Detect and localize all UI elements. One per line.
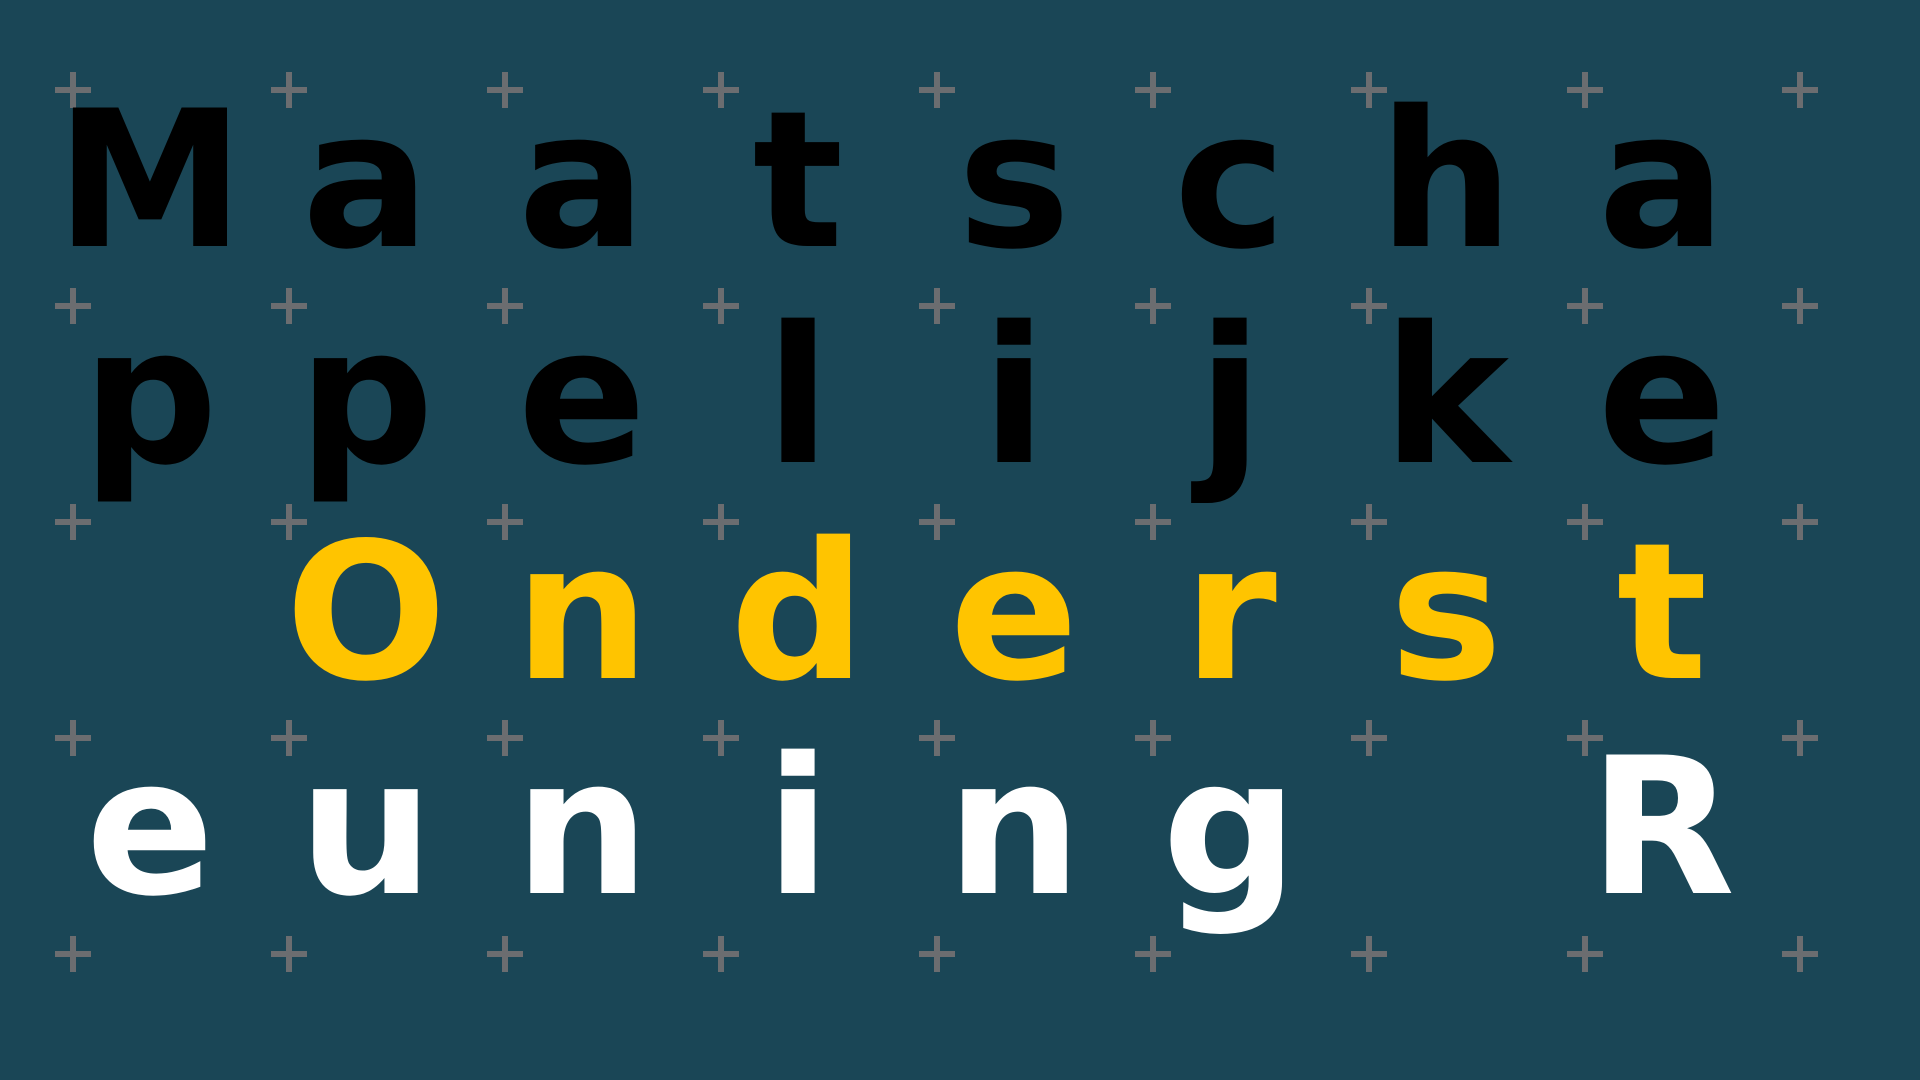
- grid-letter: t: [752, 70, 844, 291]
- plus-icon: [1782, 288, 1818, 324]
- grid-letter: R: [1588, 717, 1736, 938]
- plus-icon: [1782, 504, 1818, 540]
- plus-icon: [1351, 720, 1387, 756]
- grid-letter: t: [1616, 502, 1708, 723]
- plus-icon: [1567, 936, 1603, 972]
- grid-letter: l: [765, 286, 831, 507]
- plus-icon: [55, 504, 91, 540]
- grid-letter: r: [1183, 502, 1277, 723]
- grid-letter: u: [298, 717, 434, 938]
- grid-letter: s: [957, 70, 1071, 291]
- grid-letter: d: [729, 502, 866, 723]
- grid-letter: e: [85, 717, 215, 938]
- plus-icon: [1782, 720, 1818, 756]
- grid-letter: M: [55, 70, 245, 291]
- grid-letter: p: [81, 286, 218, 507]
- grid-letter: s: [1389, 502, 1503, 723]
- plus-icon: [919, 936, 955, 972]
- grid-letter: g: [1161, 717, 1298, 938]
- grid-letter: p: [297, 286, 434, 507]
- grid-letter: k: [1382, 286, 1510, 507]
- grid-letter: a: [1597, 70, 1727, 291]
- plus-icon: [1351, 936, 1387, 972]
- plus-icon: [271, 936, 307, 972]
- grid-letter: n: [514, 502, 650, 723]
- grid-letter: i: [981, 286, 1047, 507]
- grid-letter: a: [517, 70, 647, 291]
- grid-letter: n: [946, 717, 1082, 938]
- grid-letter: e: [1597, 286, 1727, 507]
- plus-icon: [1782, 72, 1818, 108]
- grid-letter: j: [1197, 286, 1263, 507]
- plus-icon: [703, 936, 739, 972]
- grid-letter: i: [765, 717, 831, 938]
- grid-letter: c: [1173, 70, 1287, 291]
- grid-letter: O: [285, 502, 447, 723]
- grid-letter: e: [517, 286, 647, 507]
- letter-grid-canvas: MaatschappelijkeOndersteuningR: [0, 0, 1920, 1080]
- plus-icon: [487, 936, 523, 972]
- grid-letter: a: [301, 70, 431, 291]
- plus-icon: [55, 936, 91, 972]
- grid-letter: e: [949, 502, 1079, 723]
- plus-icon: [1135, 936, 1171, 972]
- grid-letter: n: [514, 717, 650, 938]
- grid-letter: h: [1378, 70, 1514, 291]
- plus-icon: [1782, 936, 1818, 972]
